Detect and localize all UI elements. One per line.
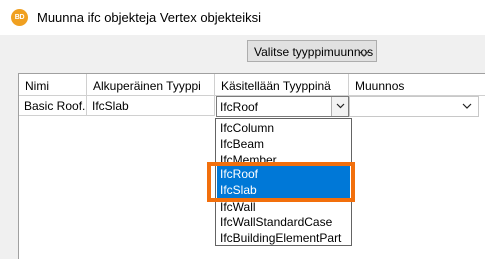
column-header-conversion[interactable]: Muunnos — [349, 74, 485, 96]
column-header-name[interactable]: Nimi — [19, 74, 87, 96]
window-title: Muunna ifc objekteja Vertex objekteiksi — [37, 10, 262, 25]
handled-as-value: IfcRoof — [220, 100, 259, 114]
title-bar: BD Muunna ifc objekteja Vertex objekteik… — [0, 0, 485, 35]
column-header-original-type[interactable]: Alkuperäinen Tyyppi — [87, 74, 215, 96]
chevron-down-icon[interactable] — [331, 97, 348, 116]
chevron-down-icon[interactable] — [458, 97, 475, 116]
list-item[interactable]: IfcWallStandardCase — [217, 214, 350, 230]
app-icon: BD — [11, 9, 28, 26]
conversion-combobox[interactable] — [349, 96, 479, 117]
type-dropdown-list[interactable]: IfcColumn IfcBeam IfcMember IfcRoof IfcS… — [215, 118, 352, 246]
cell-original-type[interactable]: IfcSlab — [87, 96, 215, 116]
chevron-down-icon — [359, 47, 369, 61]
list-item[interactable]: IfcBuildingElementPart — [217, 230, 350, 246]
cell-name[interactable]: Basic Roof... — [19, 96, 87, 116]
handled-as-combobox[interactable]: IfcRoof — [216, 96, 349, 117]
column-header-handled-as[interactable]: Käsitellään Tyyppinä — [215, 74, 349, 96]
list-item-selected[interactable]: IfcSlab — [217, 182, 350, 198]
conversion-type-dropdown-label: Valitse tyyppimuunnos — [254, 45, 374, 59]
list-item-selected[interactable]: IfcRoof — [217, 166, 350, 182]
list-item[interactable]: IfcBeam — [217, 136, 350, 152]
conversion-type-dropdown[interactable]: Valitse tyyppimuunnos — [247, 40, 377, 62]
list-item[interactable]: IfcColumn — [217, 120, 350, 136]
list-item[interactable]: IfcWall — [217, 199, 350, 215]
